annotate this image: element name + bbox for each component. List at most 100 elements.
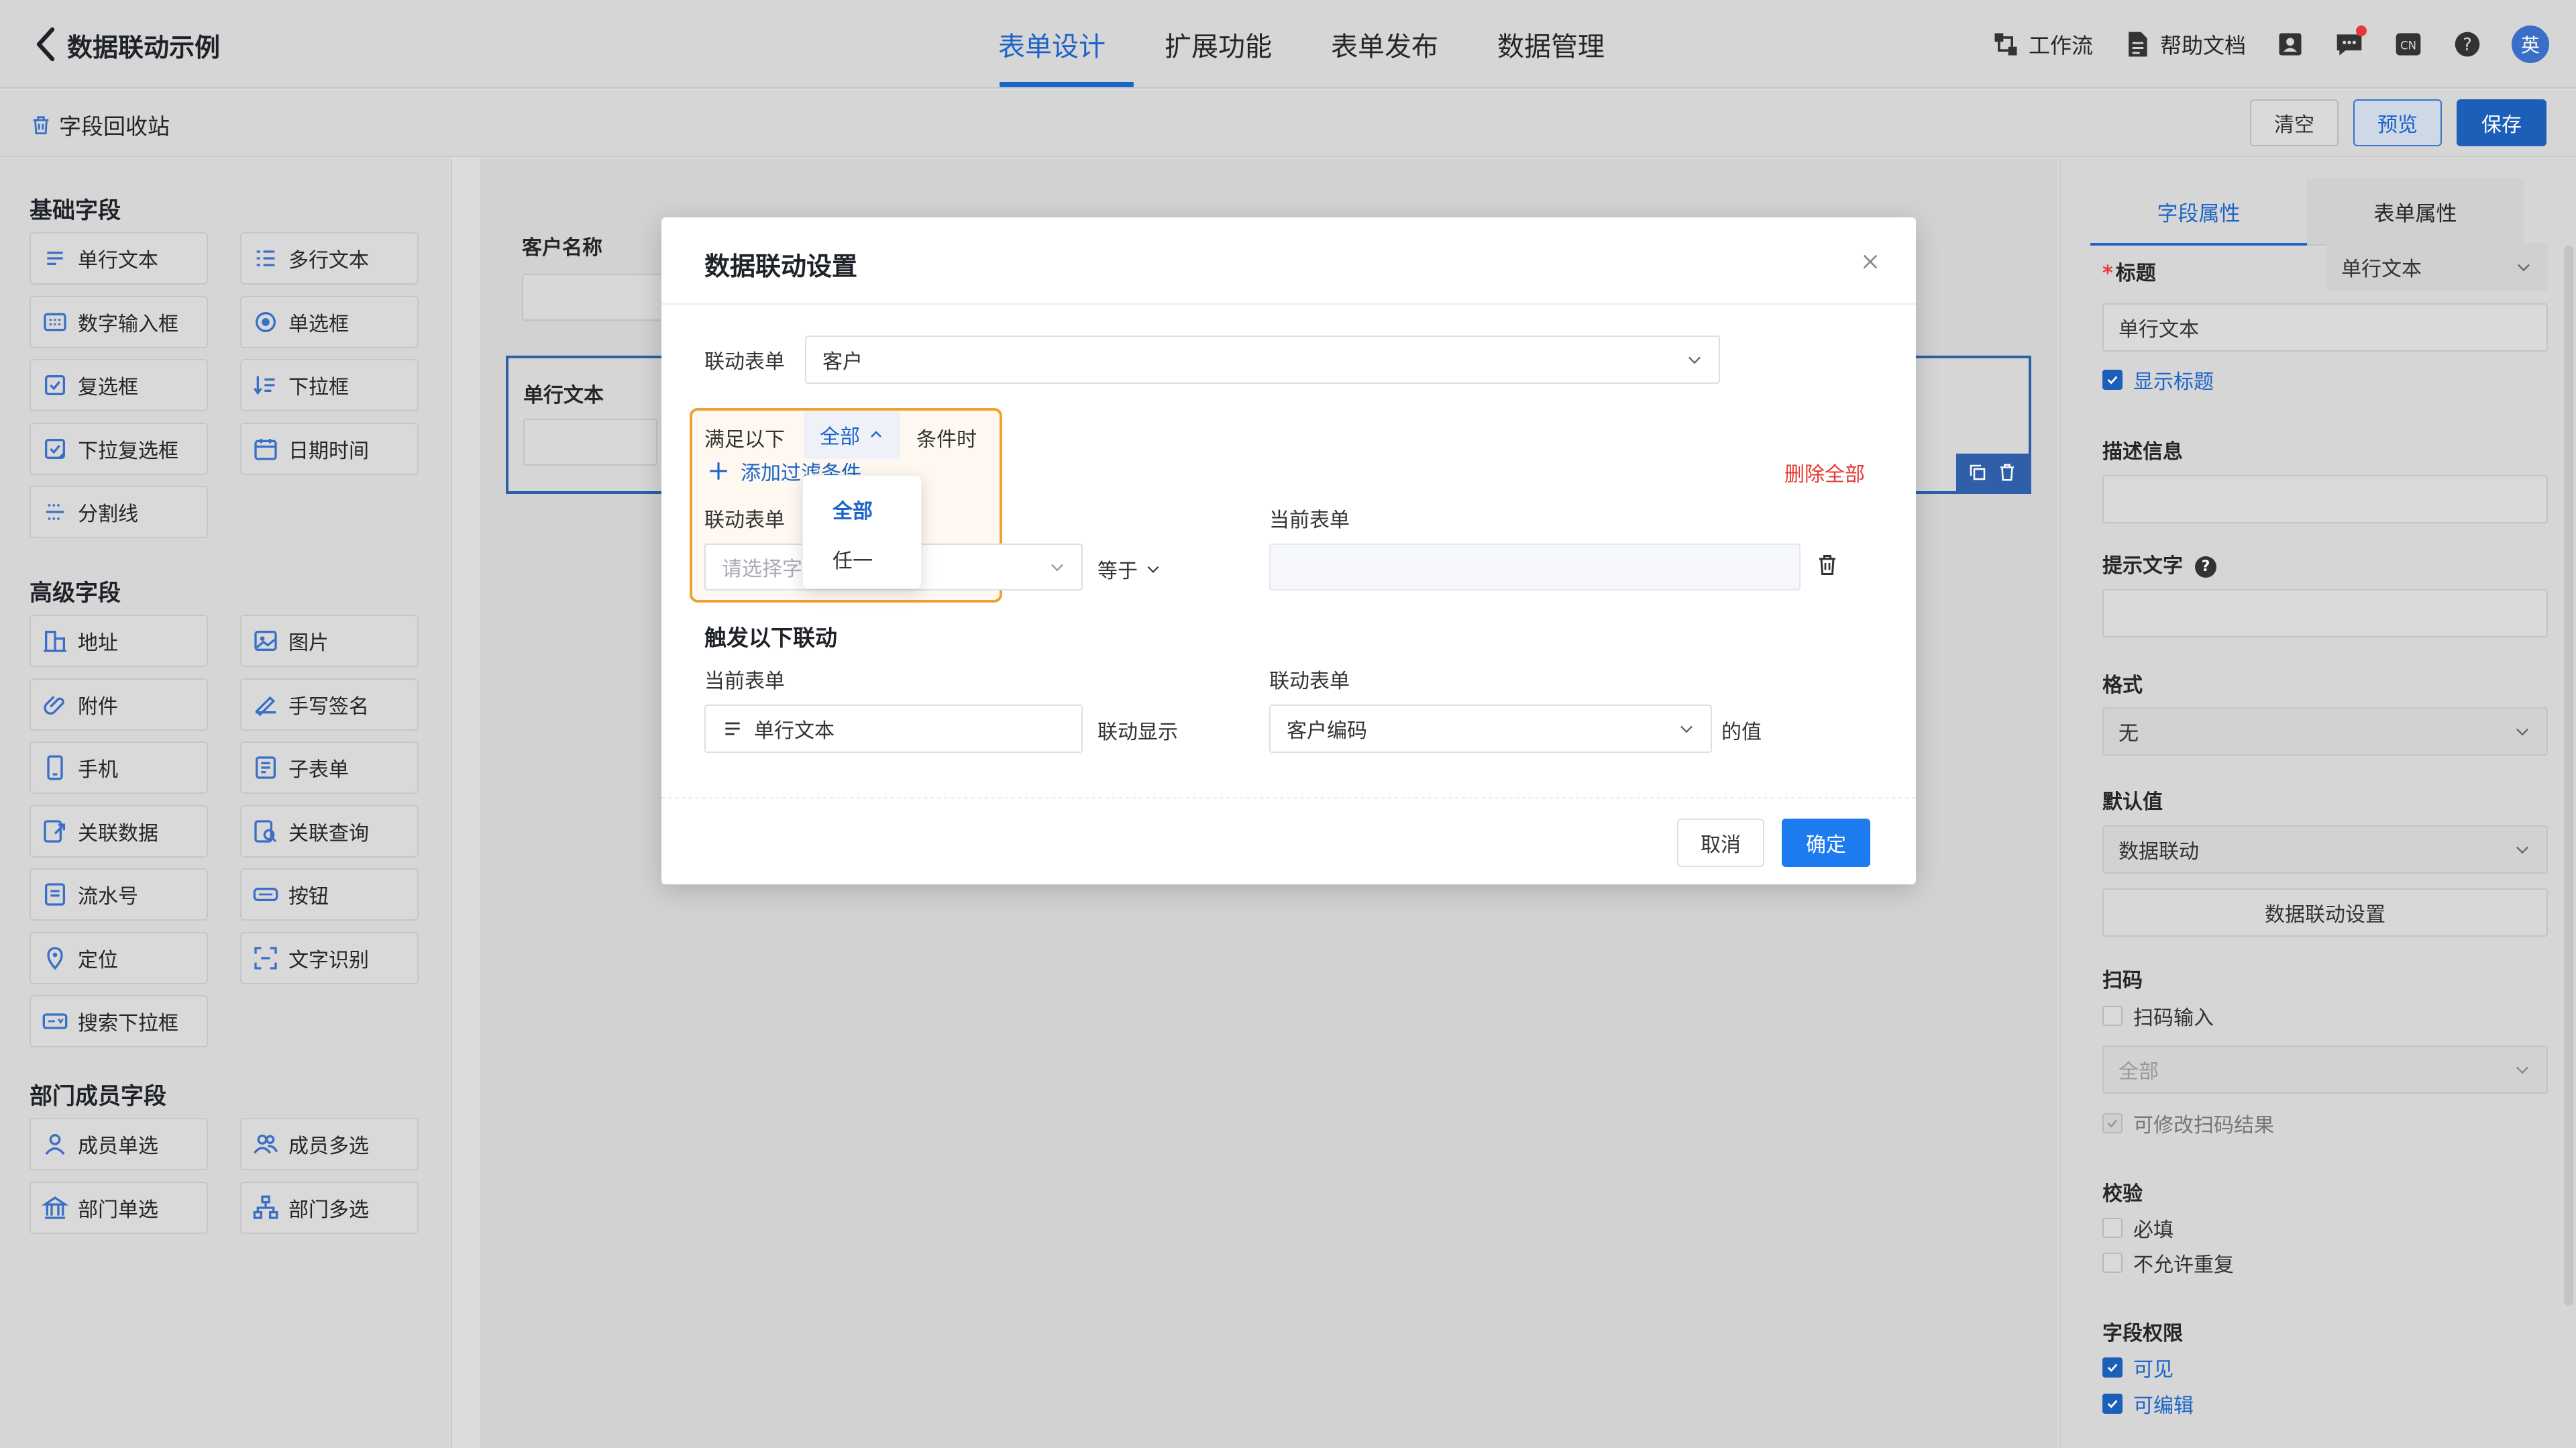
editable-checkbox[interactable]: 可编辑	[2102, 1389, 2194, 1418]
svg-text:CN: CN	[2400, 39, 2416, 52]
filter-current-field-input[interactable]	[1269, 544, 1801, 590]
field-item[interactable]: 文字识别	[240, 931, 419, 984]
operator-select[interactable]: 等于	[1097, 554, 1162, 584]
data-linkage-settings-button[interactable]: 数据联动设置	[2102, 888, 2548, 937]
field-recycle-bin[interactable]: 字段回收站	[30, 109, 170, 141]
field-item[interactable]: 部门单选	[30, 1181, 208, 1234]
format-value: 无	[2118, 722, 2139, 745]
current-field-select[interactable]: 单行文本	[704, 705, 1083, 753]
hint-input[interactable]	[2102, 589, 2548, 637]
field-item[interactable]: 分割线	[30, 486, 208, 538]
visible-checkbox[interactable]: 可见	[2102, 1353, 2174, 1382]
field-item[interactable]: 下拉复选框	[30, 422, 208, 475]
copy-icon[interactable]	[1968, 462, 1988, 482]
preview-button[interactable]: 预览	[2353, 99, 2442, 146]
field-item[interactable]: 搜索下拉框	[30, 995, 208, 1047]
chevron-down-icon	[1048, 558, 1067, 576]
cancel-button[interactable]: 取消	[1677, 819, 1764, 867]
field-item[interactable]: 按钮	[240, 868, 419, 921]
field-item[interactable]: 手机	[30, 741, 208, 794]
field-item[interactable]: 关联数据	[30, 805, 208, 858]
field-item[interactable]: 单行文本	[30, 232, 208, 285]
field-item[interactable]: 子表单	[240, 741, 419, 794]
confirm-button[interactable]: 确定	[1782, 819, 1870, 867]
plus-icon	[710, 462, 727, 480]
field-item[interactable]: 地址	[30, 615, 208, 667]
number-icon	[42, 309, 68, 335]
field-item[interactable]: 单选框	[240, 295, 419, 348]
field-item[interactable]: 手写签名	[240, 678, 419, 731]
tab-data-management[interactable]: 数据管理	[1468, 0, 1634, 89]
top-right-tools: 工作流 帮助文档 CN ? 英	[1991, 23, 2549, 66]
contacts-icon[interactable]	[2275, 30, 2305, 59]
main-tabs: 表单设计 扩展功能 表单发布 数据管理	[998, 0, 1634, 89]
tab-publish[interactable]: 表单发布	[1301, 0, 1468, 89]
chevron-down-icon	[2514, 258, 2533, 276]
title-type-value: 单行文本	[2341, 258, 2422, 281]
operator-value: 等于	[1097, 560, 1138, 583]
tab-form-design[interactable]: 表单设计	[998, 0, 1135, 89]
field-item[interactable]: 部门多选	[240, 1181, 419, 1234]
scan-select-value: 全部	[2118, 1060, 2159, 1084]
field-item[interactable]: 关联查询	[240, 805, 419, 858]
save-button[interactable]: 保存	[2457, 99, 2546, 146]
field-palette: 基础字段单行文本 多行文本 数字输入框 单选框 复选框 下拉框 下拉复选框 日期时间分割线高级…	[0, 158, 452, 1448]
properties-scrollbar[interactable]	[2564, 246, 2573, 1306]
dropdown-option-all[interactable]: 全部	[803, 485, 921, 533]
field-item[interactable]: 附件	[30, 678, 208, 731]
single-line-icon	[42, 245, 68, 272]
default-value-select[interactable]: 数据联动	[2102, 825, 2548, 874]
field-item[interactable]: 定位	[30, 931, 208, 984]
show-title-checkbox[interactable]: 显示标题	[2102, 365, 2214, 395]
field-item[interactable]: 日期时间	[240, 422, 419, 475]
field-single-line-input[interactable]	[523, 419, 657, 466]
field-item[interactable]: 复选框	[30, 359, 208, 411]
title-type-select[interactable]: 单行文本	[2326, 243, 2548, 291]
group-title: 基础字段	[30, 197, 121, 224]
chevron-down-icon	[1147, 566, 1159, 573]
scan-editable-checkbox[interactable]: 可修改扫码结果	[2102, 1108, 2274, 1138]
scan-input-checkbox[interactable]: 扫码输入	[2102, 1001, 2214, 1031]
required-checkbox[interactable]: 必填	[2102, 1213, 2174, 1243]
title-input[interactable]: 单行文本	[2102, 303, 2548, 352]
chevron-down-icon	[1685, 350, 1704, 369]
back-icon[interactable]	[32, 25, 66, 63]
trash-icon[interactable]	[1815, 553, 1839, 577]
field-item[interactable]: 成员多选	[240, 1118, 419, 1170]
close-icon[interactable]	[1860, 251, 1881, 272]
field-item[interactable]: 图片	[240, 615, 419, 667]
help-icon[interactable]: ?	[2453, 30, 2482, 59]
message-icon[interactable]	[2334, 25, 2367, 59]
scan-select[interactable]: 全部	[2102, 1045, 2548, 1094]
no-duplicate-checkbox[interactable]: 不允许重复	[2102, 1248, 2234, 1278]
description-input[interactable]	[2102, 475, 2548, 523]
field-item[interactable]: 成员单选	[30, 1118, 208, 1170]
dropdown-option-any[interactable]: 任一	[803, 535, 921, 583]
tab-field-properties[interactable]: 字段属性	[2090, 178, 2307, 246]
language-icon[interactable]: CN	[2394, 30, 2423, 59]
ocr-icon	[252, 945, 279, 972]
clear-button[interactable]: 清空	[2250, 99, 2339, 146]
field-item[interactable]: 流水号	[30, 868, 208, 921]
delete-all-button[interactable]: 删除全部	[1784, 458, 1865, 487]
visible-label: 可见	[2133, 1358, 2174, 1382]
help-docs-link[interactable]: 帮助文档	[2123, 29, 2246, 60]
field-item[interactable]: 多行文本	[240, 232, 419, 285]
tab-form-properties[interactable]: 表单属性	[2307, 178, 2524, 244]
condition-match-select[interactable]: 全部	[804, 411, 900, 459]
linked-form-select[interactable]: 客户	[805, 335, 1720, 384]
linked-form-label: 联动表单	[704, 350, 785, 374]
group-title: 高级字段	[30, 580, 121, 607]
checkbox-checked-icon	[2102, 1394, 2123, 1414]
scan-label: 扫码	[2102, 969, 2143, 992]
tab-extensions[interactable]: 扩展功能	[1135, 0, 1301, 89]
workflow-link[interactable]: 工作流	[1991, 29, 2093, 60]
format-select[interactable]: 无	[2102, 707, 2548, 756]
field-item-label: 分割线	[78, 503, 138, 526]
avatar[interactable]: 英	[2512, 25, 2549, 63]
delete-icon[interactable]	[1997, 462, 2017, 482]
field-item[interactable]: 数字输入框	[30, 295, 208, 348]
linked-field-select[interactable]: 客户编码	[1269, 705, 1712, 753]
field-item-label: 子表单	[288, 758, 349, 782]
field-item[interactable]: 下拉框	[240, 359, 419, 411]
